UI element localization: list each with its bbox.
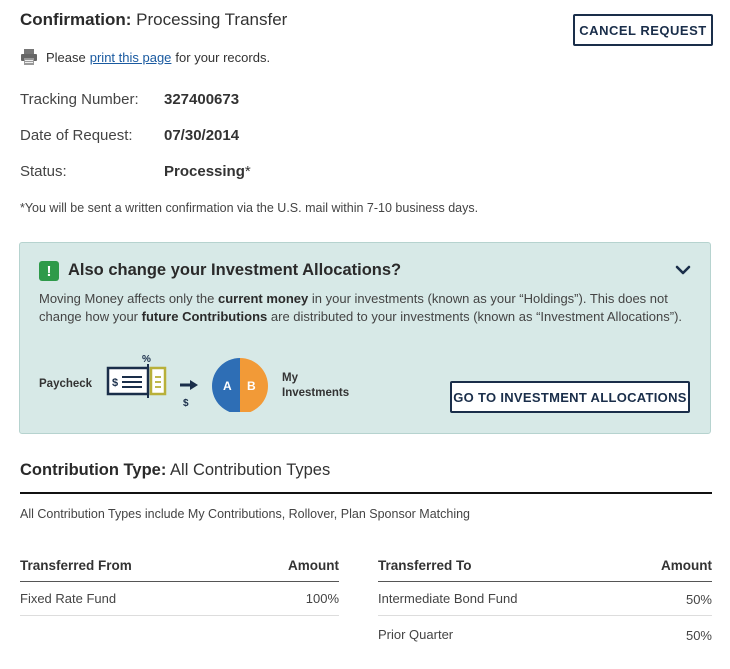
contribution-type-label: Contribution Type:: [20, 461, 167, 479]
from-table-row-rule: [20, 615, 339, 616]
date-of-request-label: Date of Request:: [20, 127, 133, 144]
to-table-row-fund: Intermediate Bond Fund: [378, 591, 518, 606]
print-row: Please print this page for your records.: [20, 48, 270, 66]
tracking-number-label: Tracking Number:: [20, 91, 139, 108]
date-of-request-value: 07/30/2014: [164, 127, 240, 144]
paycheck-to-investments-illustration: % $ $ A B: [106, 354, 268, 412]
from-table-header-amount: Amount: [288, 558, 339, 573]
contribution-type-title: Contribution Type: All Contribution Type…: [20, 461, 330, 480]
pie-label-b: B: [247, 379, 256, 393]
percent-symbol: %: [142, 354, 151, 365]
section-divider: [20, 492, 712, 494]
to-table-header-fund: Transferred To: [378, 558, 472, 573]
status-asterisk: *: [244, 163, 251, 180]
print-text-before: Please: [46, 49, 86, 65]
page-title-status: Processing Transfer: [136, 10, 288, 29]
status-label: Status:: [20, 163, 67, 180]
alert-body-bold-2: future Contributions: [141, 309, 268, 324]
print-text-after: for your records.: [175, 49, 271, 65]
print-page-link[interactable]: print this page: [90, 50, 172, 65]
alert-body-bold-1: current money: [217, 291, 309, 306]
from-table-row-fund: Fixed Rate Fund: [20, 591, 117, 606]
alert-body-text-1: Moving Money affects only the: [39, 291, 218, 306]
contribution-type-value: All Contribution Types: [170, 461, 331, 479]
contribution-types-note: All Contribution Types include My Contri…: [20, 507, 470, 521]
status-text: Processing: [164, 163, 245, 180]
status-value: Processing*: [164, 163, 251, 180]
my-investments-label: My Investments: [282, 371, 362, 401]
printer-icon[interactable]: [20, 48, 38, 66]
to-table-row-amount: 50%: [685, 628, 712, 643]
paycheck-label: Paycheck: [39, 378, 93, 390]
cancel-request-button[interactable]: CANCEL REQUEST: [573, 14, 713, 46]
go-to-investment-allocations-button[interactable]: GO TO INVESTMENT ALLOCATIONS: [450, 381, 690, 413]
mail-confirmation-note: *You will be sent a written confirmation…: [20, 201, 479, 215]
alert-title: Also change your Investment Allocations?: [68, 261, 402, 279]
chevron-down-icon[interactable]: [674, 262, 692, 278]
my-investments-label-line2: Investments: [282, 387, 350, 399]
tracking-number-value: 327400673: [164, 91, 240, 108]
my-investments-label-line1: My: [282, 372, 298, 384]
exclamation-icon: !: [39, 261, 59, 281]
to-table-row-fund: Prior Quarter: [378, 627, 454, 642]
to-table-header-rule: [378, 581, 712, 582]
to-table-header-amount: Amount: [661, 558, 712, 573]
page-title-label: Confirmation:: [20, 10, 132, 29]
cheque-slip-icon: [149, 366, 167, 396]
from-table-header-fund: Transferred From: [20, 558, 132, 573]
cheque-dollar: $: [112, 377, 118, 389]
dollar-symbol: $: [183, 398, 189, 409]
from-table-row-amount: 100%: [305, 591, 339, 606]
to-table-row-rule: [378, 615, 712, 616]
pie-label-a: A: [223, 379, 232, 393]
page-title: Confirmation: Processing Transfer: [20, 10, 287, 30]
alert-body-text-3: are distributed to your investments (kno…: [267, 309, 683, 324]
from-table-header-rule: [20, 581, 339, 582]
alert-body: Moving Money affects only the current mo…: [39, 290, 699, 326]
to-table-row-amount: 50%: [685, 592, 712, 607]
